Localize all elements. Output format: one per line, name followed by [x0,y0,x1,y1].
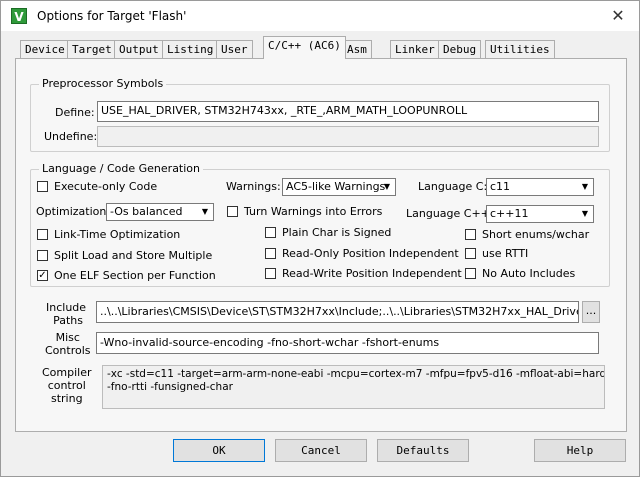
ropi-checkbox[interactable] [265,248,276,259]
chevron-down-icon: ▼ [581,182,589,191]
turn-warnings-errors-label: Turn Warnings into Errors [244,205,383,218]
tab-debug[interactable]: Debug [438,40,482,58]
split-load-store-label: Split Load and Store Multiple [54,249,213,262]
one-elf-section-checkbox[interactable]: ✓ [37,270,48,281]
undefine-label: Undefine: [44,130,98,143]
turn-warnings-errors-checkbox[interactable] [227,206,238,217]
tab-utilities[interactable]: Utilities [485,40,555,58]
plain-char-signed-label: Plain Char is Signed [282,226,392,239]
help-button[interactable]: Help [534,439,626,462]
chevron-down-icon: ▼ [201,207,209,216]
undefine-input[interactable] [97,126,599,147]
execute-only-checkbox[interactable] [37,181,48,192]
language-cpp-label: Language C++: [406,207,494,220]
lto-label: Link-Time Optimization [54,228,181,241]
language-c-label: Language C: [418,180,488,193]
compiler-control-line-2: -fno-rtti -funsigned-char [107,381,233,393]
warnings-label: Warnings: [226,180,281,193]
tab-panel: Preprocessor Symbols Define: USE_HAL_DRI… [15,58,627,432]
short-enums-checkbox[interactable] [465,229,476,240]
warnings-select[interactable]: AC5-like Warnings ▼ [282,178,396,196]
close-icon: ✕ [611,6,625,25]
include-paths-browse-button[interactable]: ... [582,301,600,323]
tab-output[interactable]: Output [114,40,164,58]
define-label: Define: [55,106,95,119]
warnings-value: AC5-like Warnings [286,180,386,193]
tab-listing[interactable]: Listing [162,40,219,58]
tab-device[interactable]: Device [20,40,70,58]
title-bar: V Options for Target 'Flash' ✕ [1,1,639,31]
tab-user[interactable]: User [216,40,253,58]
optimization-label: Optimization: [36,205,111,218]
tab-c-cpp-ac6[interactable]: C/C++ (AC6) [263,36,346,59]
language-legend: Language / Code Generation [39,162,204,175]
execute-only-label: Execute-only Code [54,180,158,193]
no-auto-includes-label: No Auto Includes [482,267,576,280]
define-input[interactable]: USE_HAL_DRIVER, STM32H743xx, _RTE_,ARM_M… [97,101,599,122]
rwpi-label: Read-Write Position Independent [282,267,462,280]
close-button[interactable]: ✕ [601,4,635,28]
no-auto-includes-checkbox[interactable] [465,268,476,279]
language-cpp-select[interactable]: c++11 ▼ [486,205,594,223]
tab-asm[interactable]: Asm [342,40,372,58]
one-elf-section-label: One ELF Section per Function [54,269,216,282]
language-c-select[interactable]: c11 ▼ [486,178,594,196]
ropi-label: Read-Only Position Independent [282,247,459,260]
check-icon: ✓ [38,270,47,281]
optimization-select[interactable]: -Os balanced ▼ [106,203,214,221]
tab-target[interactable]: Target [67,40,117,58]
lto-checkbox[interactable] [37,229,48,240]
preprocessor-legend: Preprocessor Symbols [39,77,167,90]
keil-app-icon: V [11,8,27,24]
chevron-down-icon: ▼ [383,182,391,191]
compiler-control-string: -xc -std=c11 -target=arm-arm-none-eabi -… [102,365,605,409]
use-rtti-label: use RTTI [482,247,529,260]
options-dialog: V Options for Target 'Flash' ✕ Device Ta… [0,0,640,477]
optimization-value: -Os balanced [110,205,183,218]
language-c-value: c11 [490,180,511,193]
compiler-control-label: Compiler control string [42,366,92,405]
include-paths-label: Include Paths [46,301,87,327]
use-rtti-checkbox[interactable] [465,248,476,259]
misc-controls-input[interactable]: -Wno-invalid-source-encoding -fno-short-… [96,332,599,354]
language-cpp-value: c++11 [490,207,529,220]
window-title: Options for Target 'Flash' [37,9,187,23]
defaults-button[interactable]: Defaults [377,439,469,462]
misc-controls-label: Misc Controls [45,331,91,357]
tab-linker[interactable]: Linker [390,40,440,58]
ok-button[interactable]: OK [173,439,265,462]
cancel-button[interactable]: Cancel [275,439,367,462]
include-paths-input[interactable]: ..\..\Libraries\CMSIS\Device\ST\STM32H7x… [96,301,579,323]
compiler-control-line-1: -xc -std=c11 -target=arm-arm-none-eabi -… [107,368,605,380]
short-enums-label: Short enums/wchar [482,228,590,241]
plain-char-signed-checkbox[interactable] [265,227,276,238]
rwpi-checkbox[interactable] [265,268,276,279]
split-load-store-checkbox[interactable] [37,250,48,261]
chevron-down-icon: ▼ [581,209,589,218]
